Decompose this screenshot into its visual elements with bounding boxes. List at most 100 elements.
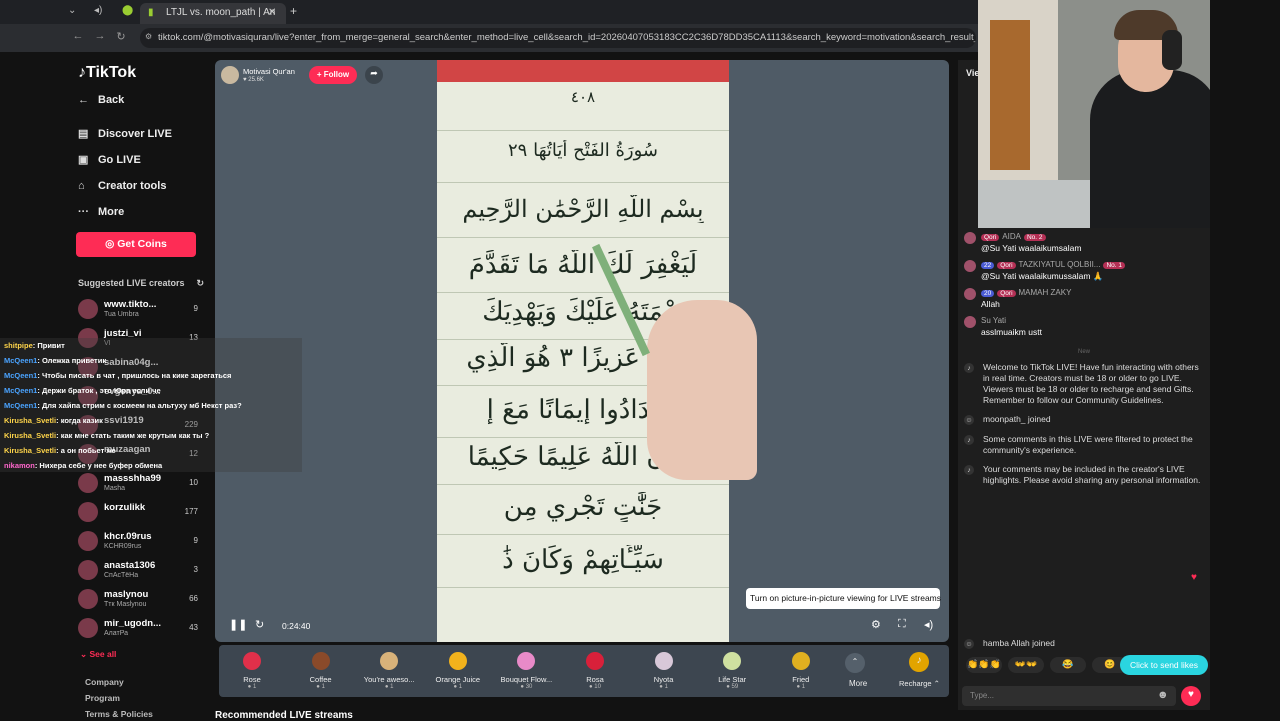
- back-arrow-icon[interactable]: ←: [70, 30, 86, 46]
- suggested-creator[interactable]: khcr.09rus KCHR09rus 9: [78, 531, 198, 557]
- quran-text-line: بِسْمِ اللَّهِ الرَّحْمَٰنِ الرَّحِيمِ: [462, 195, 704, 223]
- fullscreen-icon[interactable]: ⛶: [898, 618, 906, 631]
- chat-user-name[interactable]: TAZKIYATUL QOLBII...: [1019, 260, 1101, 269]
- chat-user-name[interactable]: AIDA: [1002, 232, 1021, 241]
- gift-item[interactable]: Coffee ● 1: [288, 645, 354, 697]
- host-name[interactable]: Motivasi Qur'an: [243, 67, 295, 76]
- gifts-more-chevron-icon[interactable]: ⌃: [845, 653, 865, 673]
- volume-icon[interactable]: ◂): [924, 618, 933, 631]
- gift-price: 1: [390, 684, 394, 690]
- avatar[interactable]: [964, 288, 976, 300]
- chat-username: McQeen1: [4, 401, 38, 410]
- footer-company-link[interactable]: Company: [85, 677, 124, 687]
- tiktok-logo[interactable]: ♪TikTok: [78, 64, 136, 82]
- emoji-picker-icon[interactable]: ☻: [1157, 689, 1169, 701]
- gift-name: Rosa: [586, 675, 604, 684]
- ruled-line: [437, 130, 729, 131]
- gift-item[interactable]: Fried ● 1: [768, 645, 834, 697]
- audio-tab-icon[interactable]: ◂): [94, 5, 102, 16]
- page-right-margin: [1210, 0, 1280, 720]
- see-all-link[interactable]: ⌄ See all: [80, 649, 116, 660]
- chat-text: : Для хайпа стрим с космеем на альтуху м…: [37, 401, 242, 410]
- nav-more[interactable]: ··· More: [78, 206, 124, 218]
- nav-discover-live[interactable]: ▤ Discover LIVE: [78, 127, 172, 140]
- gift-item[interactable]: Rosa ● 10: [562, 645, 628, 697]
- send-likes-tooltip[interactable]: Click to send likes: [1120, 655, 1208, 675]
- stream-chat-line: Kirusha_Svetli: а он побьет же: [4, 446, 116, 455]
- tab-close-icon[interactable]: ✕: [268, 7, 276, 18]
- url-field[interactable]: ⚙ tiktok.com/@motivasiquran/live?enter_f…: [140, 28, 976, 48]
- pause-icon[interactable]: ❚❚: [229, 618, 247, 631]
- chat-message-text: Allah: [981, 299, 1000, 309]
- reload-icon[interactable]: ↻: [113, 30, 129, 46]
- back-button[interactable]: ← Back: [78, 94, 124, 106]
- suggested-creator[interactable]: korzulikk 177: [78, 502, 198, 528]
- gift-item[interactable]: Nyota ● 1: [631, 645, 697, 697]
- quran-text-line: جَنَّٰتٍ تَجْرِي مِن: [503, 492, 663, 522]
- share-icon[interactable]: ➦: [365, 66, 383, 84]
- footer-terms-link[interactable]: Terms & Policies: [85, 709, 153, 719]
- chat-message-text: asslmuaikm ustt: [981, 327, 1042, 337]
- gifts-more-label[interactable]: More: [849, 679, 867, 688]
- refresh-icon[interactable]: ↻: [197, 278, 205, 288]
- gift-item[interactable]: You're aweso... ● 1: [356, 645, 422, 697]
- creator-name: maslynou: [104, 589, 149, 600]
- suggested-creator[interactable]: massshha99 Masha 10: [78, 473, 198, 499]
- tiktok-icon: ♪: [964, 465, 974, 475]
- recharge-button[interactable]: Recharge ⌃: [899, 679, 940, 688]
- forward-arrow-icon[interactable]: →: [92, 30, 108, 46]
- suggested-creator[interactable]: www.tikto... Tua Umbra 9: [78, 299, 198, 325]
- browser-tab-active[interactable]: ▮ LTJL vs. moon_path | An ✕: [140, 3, 286, 24]
- host-avatar[interactable]: [221, 66, 239, 84]
- new-tab-icon[interactable]: +: [290, 4, 297, 18]
- like-heart-icon[interactable]: ♥: [1181, 686, 1201, 706]
- viewer-count: 10: [189, 478, 198, 487]
- gift-price: 1: [321, 684, 325, 690]
- footer-program-link[interactable]: Program: [85, 693, 120, 703]
- quick-emoji-button[interactable]: 👏👏👏: [966, 657, 1002, 673]
- back-arrow-icon: ←: [78, 94, 89, 106]
- chat-user-name[interactable]: Su Yati: [981, 316, 1006, 325]
- follow-button[interactable]: + Follow: [309, 66, 357, 84]
- creator-tools-icon: ⌂: [78, 180, 85, 192]
- system-text: Your comments may be included in the cre…: [983, 464, 1201, 485]
- nav-go-live[interactable]: ▣ Go LIVE: [78, 153, 141, 166]
- refresh-stream-icon[interactable]: ↻: [255, 618, 264, 631]
- suggested-creator[interactable]: mir_ugodn... АлатРа 43: [78, 618, 198, 644]
- ruled-line: [437, 534, 729, 535]
- quran-text-line: سَيِّـَٔاتِهِمْ وَكَانَ ذَٰ: [502, 545, 664, 575]
- quick-emoji-button[interactable]: 😂: [1050, 657, 1086, 673]
- gift-item[interactable]: Orange Juice ● 1: [425, 645, 491, 697]
- gift-name: Rose: [243, 675, 261, 684]
- gift-item[interactable]: Bouquet Flow... ● 30: [493, 645, 559, 697]
- chat-text: : Нихера себе у нее буфер обмена: [34, 461, 163, 470]
- stream-chat-line: McQeen1: Держи браток , это Юра если че: [4, 386, 161, 395]
- avatar: [78, 560, 98, 580]
- nav-creator-tools[interactable]: ⌂ Creator tools: [78, 180, 166, 192]
- chat-username: McQeen1: [4, 386, 38, 395]
- get-coins-button[interactable]: ◎ Get Coins: [76, 232, 196, 257]
- recharge-coin-icon[interactable]: ♪: [909, 652, 929, 672]
- avatar[interactable]: [964, 232, 976, 244]
- comment-input[interactable]: Type... ☻: [962, 686, 1176, 706]
- gift-name: Fried: [792, 675, 810, 684]
- creator-subtitle: KCHR09rus: [104, 543, 142, 550]
- avatar[interactable]: [964, 260, 976, 272]
- suggested-creator[interactable]: anasta1306 СпАсТёНа 3: [78, 560, 198, 586]
- live-player[interactable]: ٤٠٨ سُورَةُ الفَتْحِ أَيَاتُهَا ٢٩ بِسْمِ …: [215, 60, 949, 642]
- chat-text: : Чтобы писать в чат , пришлось на кике …: [37, 371, 232, 380]
- site-info-icon[interactable]: ⚙: [145, 32, 152, 41]
- chat-user-name[interactable]: MAMAH ZAKY: [1019, 288, 1072, 297]
- tab-list-icon[interactable]: ⌄: [68, 5, 76, 16]
- gift-item[interactable]: Life Star ● 59: [699, 645, 765, 697]
- discover-live-icon: ▤: [78, 128, 89, 140]
- suggested-creator[interactable]: maslynou Ттк Maslynou 66: [78, 589, 198, 615]
- stream-chat-line: McQeen1: Олежка приветик: [4, 356, 106, 365]
- pinned-tab-icon[interactable]: ⬤: [122, 5, 133, 16]
- rank-badge: No. 1: [1103, 262, 1126, 269]
- avatar[interactable]: [964, 316, 976, 328]
- gift-item[interactable]: Rose ● 1: [219, 645, 285, 697]
- stream-chat-overlay: shitpipe: Привит McQeen1: Олежка приветик…: [0, 338, 302, 472]
- quick-emoji-button[interactable]: 👐👐: [1008, 657, 1044, 673]
- settings-gear-icon[interactable]: ⚙: [871, 618, 881, 631]
